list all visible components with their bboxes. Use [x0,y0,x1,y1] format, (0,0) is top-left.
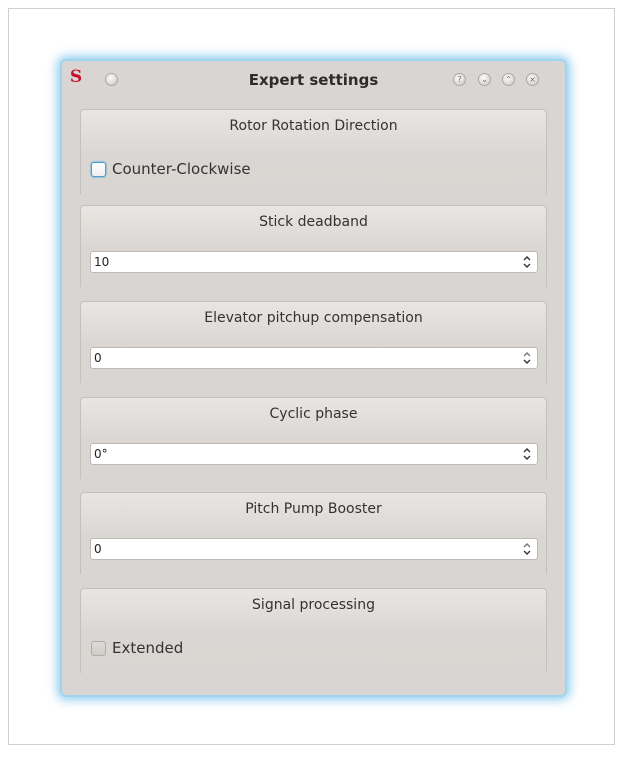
group-elevator-pitchup-compensation: Elevator pitchup compensation [80,301,547,383]
elevator-pitchup-spinbox[interactable] [90,347,538,369]
checkbox-label[interactable]: Counter-Clockwise [112,160,251,178]
group-title: Signal processing [252,597,375,613]
checkbox-label[interactable]: Extended [112,639,183,657]
window-menu-icon[interactable] [105,73,118,86]
spinbox-value[interactable] [94,351,494,365]
group-title: Elevator pitchup compensation [204,310,423,326]
cyclic-phase-spinbox[interactable] [90,443,538,465]
counter-clockwise-checkbox[interactable] [91,161,106,177]
close-icon[interactable]: × [526,73,539,86]
group-stick-deadband: Stick deadband [80,205,547,287]
expert-settings-dialog: S Expert settings ? ⌄ ⌃ × Rotor Rotation… [62,61,565,695]
spin-arrows-icon[interactable] [522,350,532,366]
group-pitch-pump-booster: Pitch Pump Booster [80,492,547,574]
title-bar[interactable]: S Expert settings ? ⌄ ⌃ × [62,61,565,97]
group-rotor-rotation-direction: Rotor Rotation Direction Counter-Clockwi… [80,109,547,194]
help-icon[interactable]: ? [453,73,466,86]
maximize-icon[interactable]: ⌃ [502,73,515,86]
extended-checkbox[interactable] [91,640,106,656]
group-title: Pitch Pump Booster [245,501,382,517]
app-logo-icon: S [69,67,83,87]
extended-checkbox-row[interactable]: Extended [91,638,183,658]
spinbox-value[interactable] [94,255,494,269]
spin-arrows-icon[interactable] [522,254,532,270]
group-title: Rotor Rotation Direction [229,118,398,134]
group-title: Stick deadband [259,214,368,230]
group-title: Cyclic phase [269,406,358,422]
spinbox-value[interactable] [94,542,494,556]
counter-clockwise-checkbox-row[interactable]: Counter-Clockwise [91,159,251,179]
group-signal-processing: Signal processing Extended [80,588,547,673]
window-title: Expert settings [248,71,379,89]
spin-arrows-icon[interactable] [522,446,532,462]
minimize-icon[interactable]: ⌄ [478,73,491,86]
stick-deadband-spinbox[interactable] [90,251,538,273]
group-cyclic-phase: Cyclic phase [80,397,547,479]
spin-arrows-icon[interactable] [522,541,532,557]
pitch-pump-booster-spinbox[interactable] [90,538,538,560]
spinbox-value[interactable] [94,447,494,461]
